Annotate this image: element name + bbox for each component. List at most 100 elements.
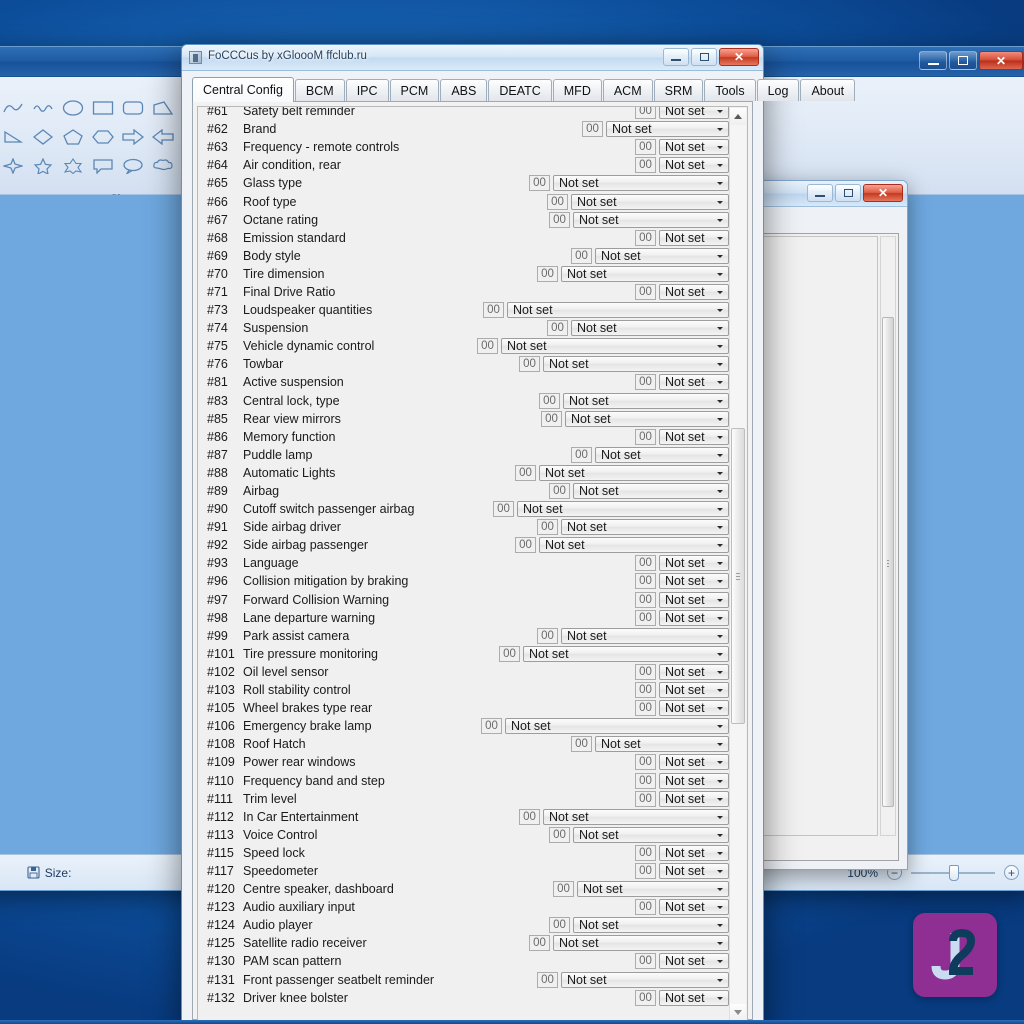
tab-bcm[interactable]: BCM (295, 79, 345, 101)
config-option-dropdown[interactable]: Not set (573, 917, 729, 933)
config-option-dropdown[interactable]: Not set (659, 157, 729, 173)
config-row[interactable]: #111Trim level00Not set (199, 790, 729, 808)
config-value-field[interactable]: 00 (635, 700, 656, 716)
five-point-star-icon[interactable] (29, 153, 56, 179)
config-row[interactable]: #123Audio auxiliary input00Not set (199, 898, 729, 916)
config-option-dropdown[interactable]: Not set (571, 320, 729, 336)
config-row[interactable]: #90Cutoff switch passenger airbag00Not s… (199, 500, 729, 518)
config-row[interactable]: #113Voice Control00Not set (199, 826, 729, 844)
tab-mfd[interactable]: MFD (553, 79, 602, 101)
tab-ipc[interactable]: IPC (346, 79, 389, 101)
tab-tools[interactable]: Tools (704, 79, 755, 101)
scroll-down-icon[interactable] (730, 1004, 746, 1021)
config-row[interactable]: #130PAM scan pattern00Not set (199, 952, 729, 970)
curve-icon[interactable] (0, 95, 26, 121)
config-row[interactable]: #115Speed lock00Not set (199, 844, 729, 862)
rounded-rectangle-icon[interactable] (119, 95, 146, 121)
config-option-dropdown[interactable]: Not set (505, 718, 729, 734)
config-option-dropdown[interactable]: Not set (659, 845, 729, 861)
config-value-field[interactable]: 00 (537, 628, 558, 644)
config-row[interactable]: #109Power rear windows00Not set (199, 753, 729, 771)
config-option-dropdown[interactable]: Not set (659, 573, 729, 589)
config-row[interactable]: #105Wheel brakes type rear00Not set (199, 699, 729, 717)
config-option-dropdown[interactable]: Not set (659, 374, 729, 390)
config-value-field[interactable]: 00 (483, 302, 504, 318)
config-option-dropdown[interactable]: Not set (659, 791, 729, 807)
config-value-field[interactable]: 00 (515, 465, 536, 481)
config-option-dropdown[interactable]: Not set (577, 881, 729, 897)
config-value-field[interactable]: 00 (635, 139, 656, 155)
zoom-slider-thumb[interactable] (949, 865, 959, 881)
config-option-dropdown[interactable]: Not set (543, 809, 729, 825)
config-row[interactable]: #74Suspension00Not set (199, 319, 729, 337)
list-vertical-scrollbar[interactable] (729, 108, 746, 1021)
tab-bar[interactable]: Central ConfigBCMIPCPCMABSDEATCMFDACMSRM… (192, 77, 753, 101)
config-option-dropdown[interactable]: Not set (659, 139, 729, 155)
config-option-dropdown[interactable]: Not set (595, 736, 729, 752)
paint-minimize-icon[interactable] (919, 51, 947, 70)
config-row[interactable]: #63Frequency - remote controls00Not set (199, 138, 729, 156)
config-row[interactable]: #69Body style00Not set (199, 247, 729, 265)
config-value-field[interactable]: 00 (499, 646, 520, 662)
config-value-field[interactable]: 00 (529, 175, 550, 191)
background-scrollbar-thumb[interactable] (882, 317, 894, 807)
config-value-field[interactable]: 00 (635, 592, 656, 608)
config-value-field[interactable]: 00 (635, 664, 656, 680)
config-row[interactable]: #73Loudspeaker quantities00Not set (199, 301, 729, 319)
left-arrow-icon[interactable] (149, 124, 176, 150)
config-value-field[interactable]: 00 (481, 718, 502, 734)
config-option-dropdown[interactable]: Not set (539, 465, 729, 481)
right-triangle-icon[interactable] (0, 124, 26, 150)
config-row[interactable]: #76Towbar00Not set (199, 355, 729, 373)
tab-about[interactable]: About (800, 79, 855, 101)
config-option-dropdown[interactable]: Not set (573, 483, 729, 499)
config-row[interactable]: #131Front passenger seatbelt reminder00N… (199, 971, 729, 989)
config-option-dropdown[interactable]: Not set (606, 121, 729, 137)
config-value-field[interactable]: 00 (635, 374, 656, 390)
config-row[interactable]: #110Frequency band and step00Not set (199, 771, 729, 789)
paint-maximize-icon[interactable] (949, 51, 977, 70)
polygon-icon[interactable] (149, 95, 176, 121)
config-option-dropdown[interactable]: Not set (659, 230, 729, 246)
config-value-field[interactable]: 00 (635, 429, 656, 445)
config-row[interactable]: #125Satellite radio receiver00Not set (199, 934, 729, 952)
config-row[interactable]: #64Air condition, rear00Not set (199, 156, 729, 174)
config-value-field[interactable]: 00 (635, 106, 656, 119)
config-value-field[interactable]: 00 (519, 356, 540, 372)
config-value-field[interactable]: 00 (635, 573, 656, 589)
four-point-star-icon[interactable] (0, 153, 26, 179)
config-row[interactable]: #62Brand00Not set (199, 120, 729, 138)
config-option-dropdown[interactable]: Not set (659, 284, 729, 300)
paint-window-controls[interactable]: ✕ (919, 51, 1023, 70)
background-vertical-scrollbar[interactable] (880, 236, 896, 836)
config-value-field[interactable]: 00 (493, 501, 514, 517)
rectangle-icon[interactable] (89, 95, 116, 121)
config-option-dropdown[interactable]: Not set (659, 682, 729, 698)
config-value-field[interactable]: 00 (635, 953, 656, 969)
config-option-dropdown[interactable]: Not set (659, 106, 729, 119)
central-config-list[interactable]: #61Safety belt reminder00Not set#62Brand… (197, 106, 748, 1023)
config-value-field[interactable]: 00 (549, 483, 570, 499)
minimize-icon[interactable] (663, 48, 689, 66)
config-row[interactable]: #103Roll stability control00Not set (199, 681, 729, 699)
config-value-field[interactable]: 00 (635, 773, 656, 789)
config-row[interactable]: #96Collision mitigation by braking00Not … (199, 572, 729, 590)
config-row[interactable]: #108Roof Hatch00Not set (199, 735, 729, 753)
config-option-dropdown[interactable]: Not set (595, 447, 729, 463)
config-value-field[interactable]: 00 (537, 519, 558, 535)
config-value-field[interactable]: 00 (635, 791, 656, 807)
list-scrollbar-thumb[interactable] (731, 428, 745, 724)
config-row[interactable]: #102Oil level sensor00Not set (199, 663, 729, 681)
hexagon-icon[interactable] (89, 124, 116, 150)
pentagon-icon[interactable] (59, 124, 86, 150)
config-value-field[interactable]: 00 (477, 338, 498, 354)
config-row[interactable]: #117Speedometer00Not set (199, 862, 729, 880)
config-option-dropdown[interactable]: Not set (517, 501, 729, 517)
config-value-field[interactable]: 00 (635, 157, 656, 173)
tab-pcm[interactable]: PCM (390, 79, 440, 101)
config-row[interactable]: #81Active suspension00Not set (199, 373, 729, 391)
config-option-dropdown[interactable]: Not set (659, 899, 729, 915)
config-option-dropdown[interactable]: Not set (561, 628, 729, 644)
config-row[interactable]: #92Side airbag passenger00Not set (199, 536, 729, 554)
config-row[interactable]: #99Park assist camera00Not set (199, 627, 729, 645)
